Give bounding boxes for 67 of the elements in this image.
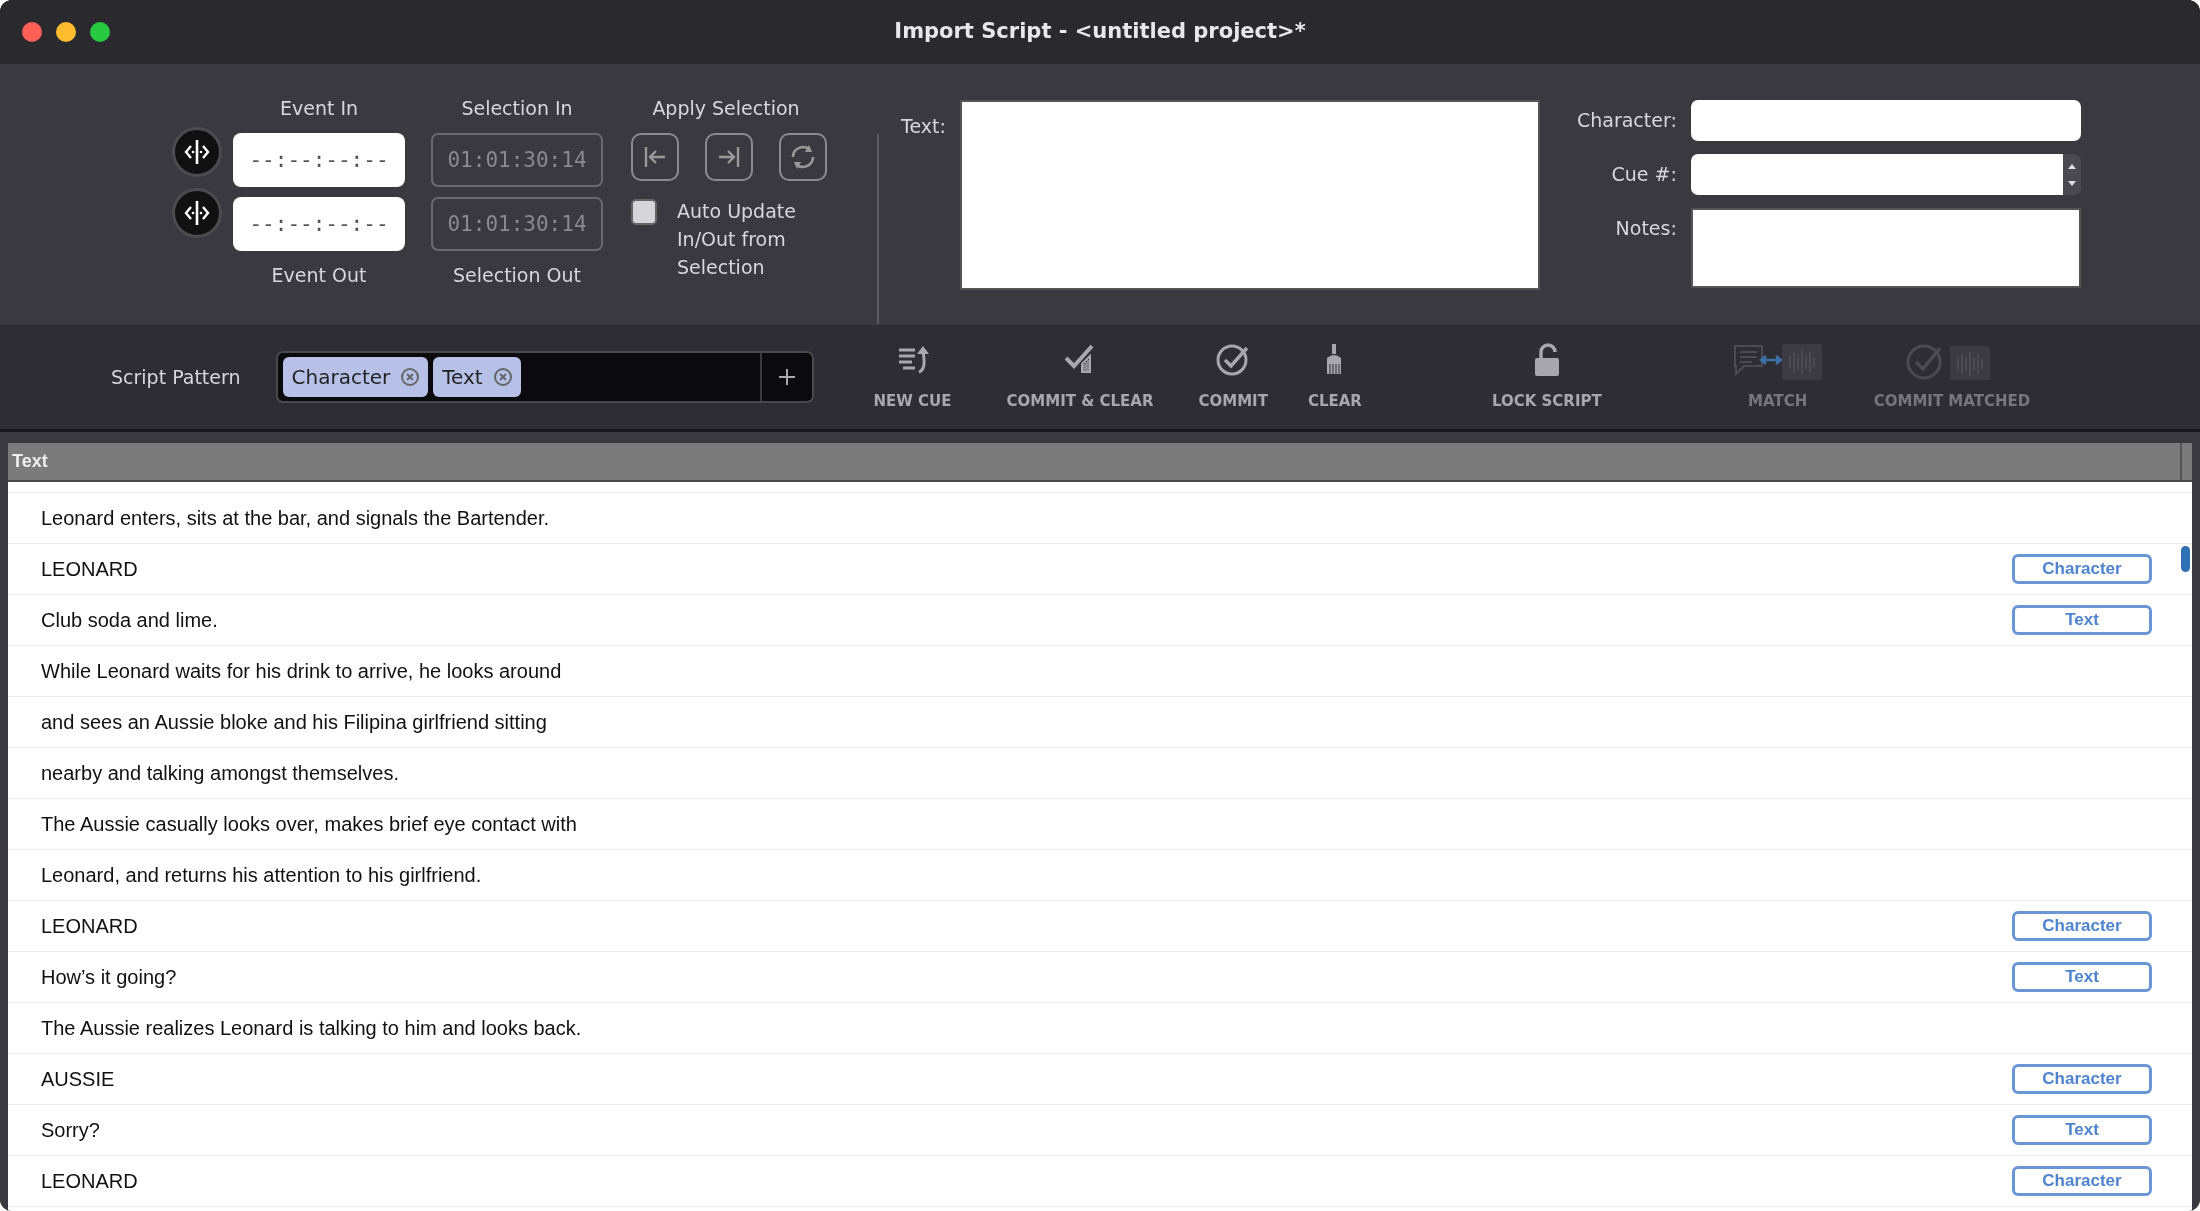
- checkbox[interactable]: [631, 198, 657, 225]
- tag-button[interactable]: Character: [2012, 1064, 2152, 1094]
- row-text: The Aussie realizes Leonard is talking to him and looks back.: [41, 1016, 582, 1041]
- toolbar-button[interactable]: NEW CUE: [873, 341, 952, 413]
- window-title: Import Script - <untitled project>*: [894, 18, 1306, 46]
- timecode-field[interactable]: --:--:--:--: [233, 196, 405, 251]
- row-text: LEONARD: [41, 557, 138, 582]
- split-icon: [182, 198, 212, 228]
- script-pattern-field[interactable]: Character Text: [275, 351, 814, 403]
- field-label: Character:: [1575, 108, 1677, 133]
- tag-button[interactable]: Character: [2012, 911, 2152, 941]
- refresh-button[interactable]: [779, 132, 827, 181]
- tag-button[interactable]: Text: [2012, 605, 2152, 635]
- row-text: and sees an Aussie bloke and his Filipina girlfriend sitting: [41, 710, 547, 735]
- row-text: AUSSIE: [41, 1067, 115, 1092]
- set-timecode-button[interactable]: [172, 127, 222, 177]
- pattern-label: Script Pattern: [111, 364, 241, 390]
- row-text: LEONARD: [41, 914, 138, 939]
- field-label: Selection Out: [452, 262, 581, 288]
- toolbar-button[interactable]: LOCK SCRIPT: [1491, 341, 1602, 413]
- split-icon: [182, 137, 212, 167]
- character-field[interactable]: [1690, 100, 2081, 141]
- field-label: Event In: [279, 96, 359, 121]
- remove-icon[interactable]: [492, 367, 513, 387]
- plus-icon: [777, 368, 796, 386]
- apply-in-button[interactable]: [631, 132, 679, 181]
- apply-out-button[interactable]: [705, 132, 753, 181]
- field-label: Cue #:: [1610, 162, 1677, 187]
- field-label: Selection In: [461, 96, 573, 121]
- field-label: Notes:: [1614, 216, 1677, 241]
- tag-button[interactable]: Text: [2012, 1115, 2152, 1145]
- toolbar-button[interactable]: COMMIT: [1198, 341, 1268, 413]
- row-text: Sorry?: [41, 1118, 100, 1143]
- cue-number-field[interactable]: [1690, 154, 2063, 195]
- token-label: Text: [442, 364, 483, 391]
- row-text: How’s it going?: [41, 965, 177, 990]
- row-text: Leonard enters, sits at the bar, and signals the Bartender.: [41, 506, 550, 531]
- notes-field[interactable]: [1690, 208, 2081, 288]
- row-text: nearby and talking amongst themselves.: [41, 761, 399, 786]
- tag-button[interactable]: Character: [2012, 1166, 2152, 1196]
- row-text: LEONARD: [41, 1169, 138, 1194]
- zoom-button[interactable]: [90, 22, 110, 42]
- stepper-arrows-icon: [2067, 163, 2076, 186]
- checkbox-label: Auto Update In/Out from Selection: [677, 198, 797, 280]
- text-area[interactable]: [959, 100, 1540, 290]
- section-label: Apply Selection: [651, 96, 801, 121]
- row-text: While Leonard waits for his drink to arrive, he looks around: [41, 659, 562, 684]
- scrollbar-thumb[interactable]: [2181, 546, 2190, 572]
- chat-waveform-icon: [1731, 341, 1824, 380]
- column-header: Text: [12, 450, 48, 473]
- close-button[interactable]: [22, 22, 42, 42]
- row-text: Club soda and lime.: [41, 608, 218, 633]
- row-text: The Aussie casually looks over, makes brief eye contact with: [41, 812, 577, 837]
- tag-button[interactable]: Character: [2012, 554, 2152, 584]
- toolbar-button[interactable]: COMMIT & CLEAR: [1006, 341, 1154, 413]
- remove-icon[interactable]: [400, 367, 421, 387]
- minimize-button[interactable]: [56, 22, 76, 42]
- toolbar-button[interactable]: CLEAR: [1307, 341, 1362, 413]
- pattern-token[interactable]: Text: [433, 357, 521, 397]
- token-label: Character: [291, 364, 391, 391]
- timecode-field[interactable]: --:--:--:--: [233, 132, 405, 187]
- row-text: Leonard, and returns his attention to his girlfriend.: [41, 863, 482, 888]
- tag-button[interactable]: Text: [2012, 962, 2152, 992]
- field-label: Event Out: [271, 262, 367, 288]
- pattern-token[interactable]: Character: [282, 357, 429, 397]
- set-timecode-button[interactable]: [172, 188, 222, 238]
- field-label: Text:: [901, 114, 946, 139]
